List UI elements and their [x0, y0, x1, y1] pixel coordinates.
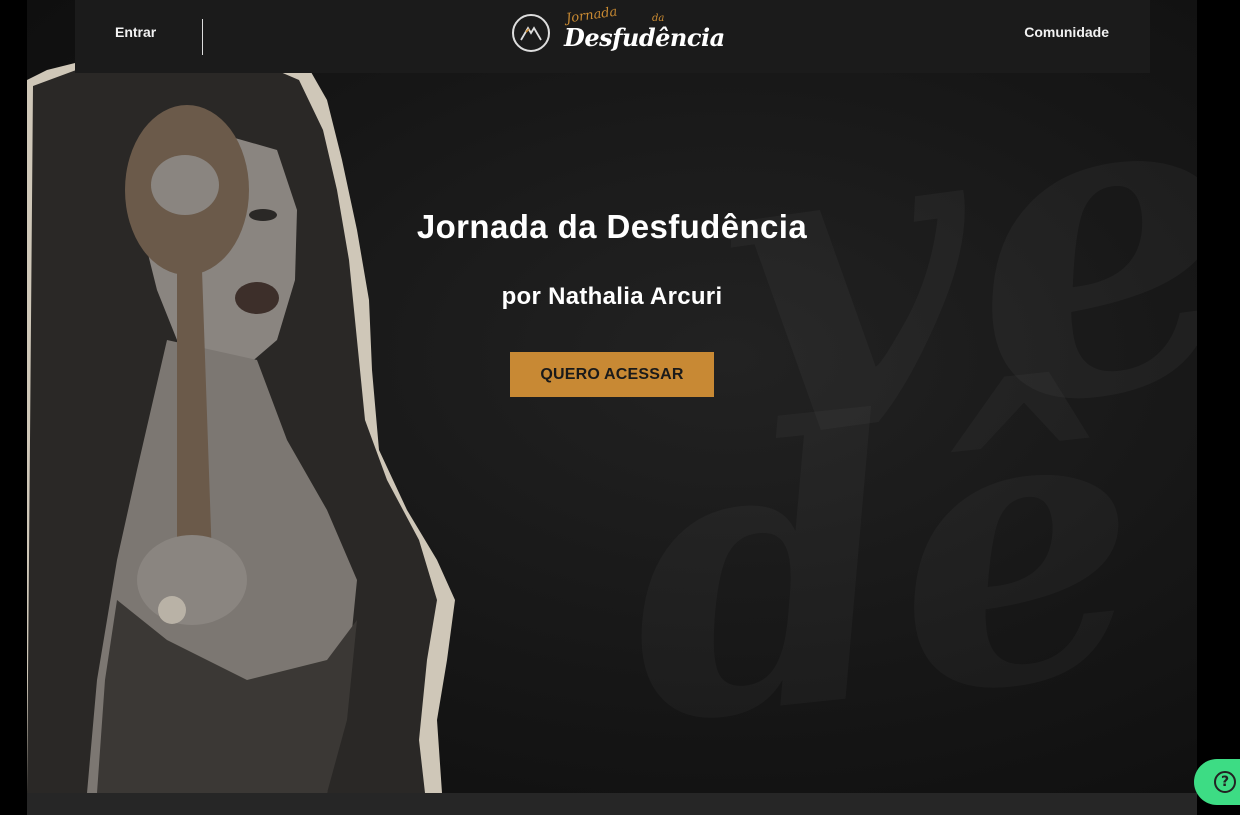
question-icon: ?	[1214, 771, 1236, 793]
top-navbar: Entrar Jornada da Desfudência Comunidade	[75, 0, 1150, 73]
nathalia-photo	[27, 50, 455, 793]
nav-divider	[202, 19, 203, 55]
mountain-logo-icon	[512, 14, 550, 52]
help-button[interactable]: ?	[1194, 759, 1240, 805]
login-link[interactable]: Entrar	[115, 24, 156, 40]
footer-strip	[27, 793, 1197, 815]
logo-wordmark: Jornada da Desfudência	[560, 4, 725, 58]
background-lettering-2: dê	[612, 354, 1154, 766]
page-title: Jornada da Desfudência	[416, 208, 808, 245]
site-logo[interactable]: Jornada da Desfudência	[512, 4, 725, 58]
community-link[interactable]: Comunidade	[1024, 24, 1109, 40]
page-subtitle: por Nathalia Arcuri	[501, 283, 723, 310]
logo-main-text: Desfudência	[564, 23, 725, 52]
access-button[interactable]: QUERO ACESSAR	[510, 352, 714, 397]
